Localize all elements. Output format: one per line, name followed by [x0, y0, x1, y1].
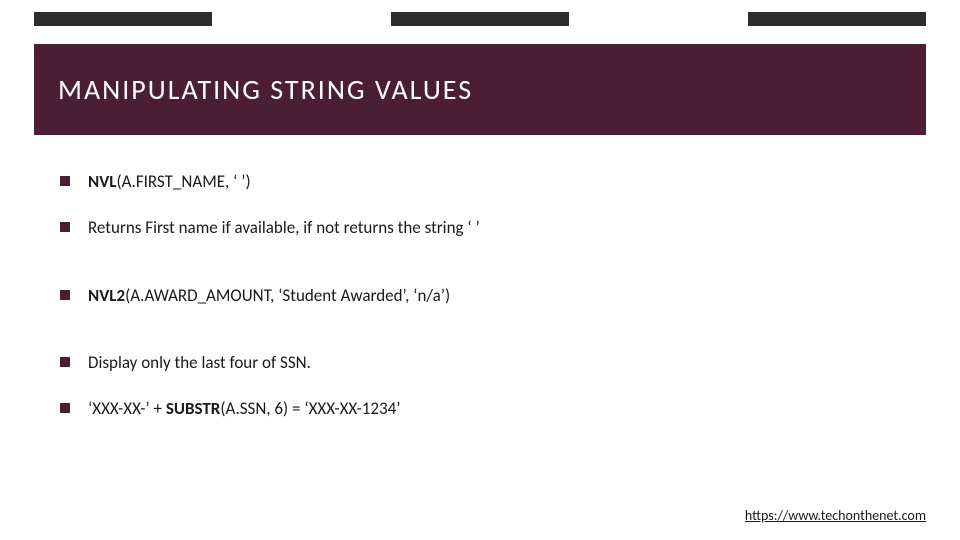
bullet-item: Returns First name if available, if not … [60, 216, 900, 240]
slide-title: MANIPULATING STRING VALUES [58, 72, 902, 107]
bullet-item: NVL2(A.AWARD_AMOUNT, ‘Student Awarded’, … [60, 284, 900, 308]
bullet-list: NVL(A.FIRST_NAME, ‘ ’) Returns First nam… [60, 170, 900, 421]
bullet-item: ‘XXX-XX-’ + SUBSTR(A.SSN, 6) = ‘XXX-XX-1… [60, 397, 900, 421]
text: Returns First name if available, if not … [88, 217, 480, 238]
text: (A.AWARD_AMOUNT, ‘Student Awarded’, ‘n/a… [125, 285, 450, 306]
bold-text: NVL [88, 171, 116, 192]
text: (A.SSN, 6) = ‘XXX-XX-1234’ [220, 398, 400, 419]
bold-text: SUBSTR [166, 398, 221, 419]
slide: MANIPULATING STRING VALUES NVL(A.FIRST_N… [0, 0, 960, 540]
text: ‘XXX-XX-’ + [88, 398, 166, 419]
top-accent-bar [34, 12, 926, 26]
bullet-item: Display only the last four of SSN. [60, 351, 900, 375]
bullet-item: NVL(A.FIRST_NAME, ‘ ’) [60, 170, 900, 194]
content-area: NVL(A.FIRST_NAME, ‘ ’) Returns First nam… [60, 170, 900, 443]
text: Display only the last four of SSN. [88, 352, 311, 373]
title-band: MANIPULATING STRING VALUES [34, 44, 926, 135]
footer-link[interactable]: https://www.techonthenet.com [745, 507, 926, 524]
accent-seg [34, 12, 212, 26]
bold-text: NVL2 [88, 285, 125, 306]
accent-seg [391, 12, 569, 26]
text: (A.FIRST_NAME, ‘ ’) [116, 171, 250, 192]
accent-seg [569, 12, 747, 26]
accent-seg [748, 12, 926, 26]
accent-seg [212, 12, 390, 26]
